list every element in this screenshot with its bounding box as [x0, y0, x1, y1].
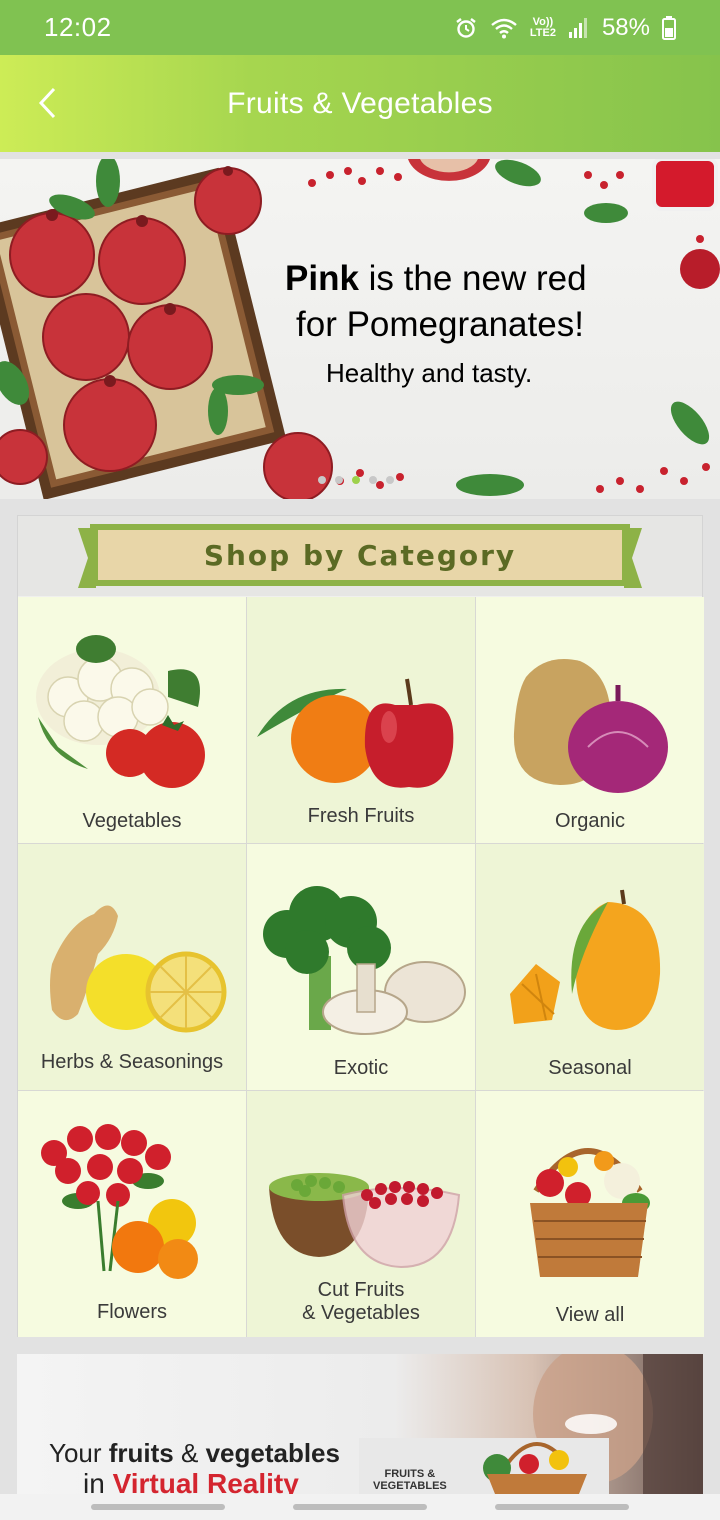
category-flowers[interactable]: Flowers — [18, 1091, 246, 1337]
promo-badge: FRUITS & VEGETABLES — [359, 1438, 609, 1494]
category-cut-fruits-vegetables[interactable]: Cut Fruits & Vegetables — [247, 1091, 475, 1337]
alarm-icon — [454, 16, 478, 40]
promo-line1-start: Your — [49, 1438, 109, 1468]
nav-home-button[interactable] — [293, 1504, 427, 1510]
wifi-icon — [490, 17, 518, 39]
app-bar: Fruits & Vegetables — [0, 55, 720, 152]
carousel-dot-active[interactable] — [352, 476, 360, 484]
page-title: Fruits & Vegetables — [227, 86, 493, 120]
veg-basket-image — [483, 1442, 587, 1494]
battery-percent: 58% — [601, 13, 650, 41]
carousel-indicator — [318, 476, 394, 484]
category-grid: Vegetables Fresh Fruits Organic Herbs & … — [18, 597, 704, 1337]
promo-line2: in Virtual Reality — [83, 1468, 299, 1494]
promo-line2-start: in — [83, 1468, 113, 1494]
category-organic[interactable]: Organic — [476, 597, 704, 843]
network-label: Vo)) LTE2 — [529, 16, 556, 39]
category-label-seasonal: Seasonal — [548, 1057, 632, 1079]
category-vegetables[interactable]: Vegetables — [18, 597, 246, 843]
carousel-dot[interactable] — [318, 476, 326, 484]
banner-line1-rest: is the new red — [358, 259, 587, 298]
category-exotic[interactable]: Exotic — [247, 844, 475, 1090]
organic-image — [513, 659, 668, 793]
category-label-flowers: Flowers — [96, 1301, 167, 1323]
category-label-vegetables: Vegetables — [82, 810, 182, 832]
promo-line2-highlight: Virtual Reality — [112, 1468, 299, 1494]
promo-banner[interactable]: Pink is the new red for Pomegranates! He… — [0, 159, 720, 499]
category-label-view-all: View all — [555, 1304, 625, 1326]
promo-badge-line2: VEGETABLES — [373, 1480, 447, 1492]
nav-recents-button[interactable] — [91, 1504, 225, 1510]
status-icons: Vo)) LTE2 58% — [454, 14, 676, 42]
exotic-image — [263, 886, 466, 1035]
promo-line1: Your fruits & vegetables — [49, 1438, 340, 1469]
banner-line1: Pink is the new red — [285, 259, 587, 299]
promo-badge-text: FRUITS & VEGETABLES — [373, 1468, 447, 1492]
category-label-herbs-seasonings: Herbs & Seasonings — [40, 1051, 224, 1073]
signal-icon — [568, 17, 590, 39]
category-herbs-seasonings[interactable]: Herbs & Seasonings — [18, 844, 246, 1090]
category-fresh-fruits[interactable]: Fresh Fruits — [247, 597, 475, 843]
battery-icon — [662, 15, 676, 40]
promo-line1-bold2: vegetables — [205, 1438, 340, 1468]
category-ribbon: Shop by Category — [78, 522, 642, 592]
banner-line3: Healthy and tasty. — [326, 358, 533, 388]
category-label-exotic: Exotic — [333, 1057, 389, 1079]
category-label-fresh-fruits: Fresh Fruits — [307, 805, 415, 827]
promo-line1-bold1: fruits — [108, 1438, 174, 1468]
seasonal-image — [510, 889, 661, 1030]
vegetables-image — [36, 635, 205, 788]
basket-image — [530, 1148, 650, 1277]
banner-line2: for Pomegranates! — [296, 305, 584, 344]
category-label-cut-fruits-line2: & Vegetables — [302, 1302, 420, 1324]
banner-line1-bold: Pink — [285, 259, 359, 298]
carousel-dot[interactable] — [335, 476, 343, 484]
category-seasonal[interactable]: Seasonal — [476, 844, 704, 1090]
back-button[interactable] — [28, 83, 68, 123]
carousel-dot[interactable] — [369, 476, 377, 484]
promo-badge-line1: FRUITS & — [384, 1468, 436, 1480]
status-bar: 12:02 Vo)) LTE2 58% — [0, 0, 720, 55]
category-heading: Shop by Category — [203, 538, 517, 572]
system-nav-bar — [0, 1494, 720, 1520]
category-label-organic: Organic — [554, 810, 626, 832]
chevron-left-icon — [38, 87, 56, 119]
network-label-bottom: LTE2 — [529, 26, 556, 39]
category-label-cut-fruits-line1: Cut Fruits — [317, 1279, 405, 1301]
category-label-cut-fruits: Cut Fruits & Vegetables — [247, 1279, 475, 1325]
carousel-dot[interactable] — [386, 476, 394, 484]
category-section: Shop by Category Vegetables Fresh Fruits… — [17, 515, 704, 1337]
category-view-all[interactable]: View all — [476, 1091, 704, 1337]
vr-promo-banner[interactable]: Your fruits & vegetables in Virtual Real… — [17, 1354, 703, 1494]
status-time: 12:02 — [44, 12, 112, 42]
nav-back-button[interactable] — [495, 1504, 629, 1510]
category-header: Shop by Category — [18, 516, 702, 596]
promo-line1-mid: & — [173, 1438, 206, 1468]
